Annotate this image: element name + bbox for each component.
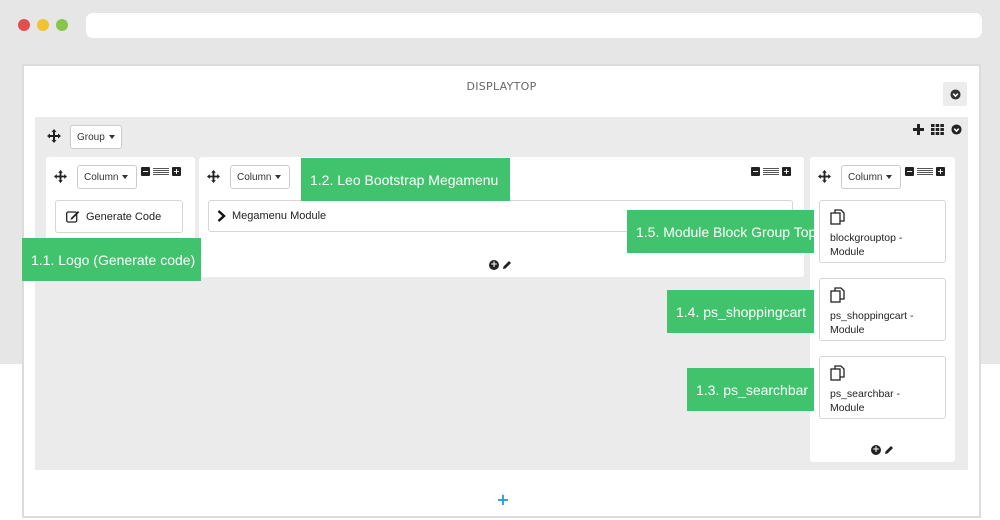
close-window-dot[interactable] <box>18 19 30 31</box>
column-toolbar: − + <box>905 167 945 176</box>
callout-shoppingcart: 1.4. ps_shoppingcart <box>667 290 814 333</box>
plus-icon[interactable]: + <box>936 167 945 176</box>
caret-down-icon <box>275 175 282 179</box>
module-card-blockgrouptop[interactable]: blockgrouptop - Module <box>819 200 946 263</box>
copy-icon <box>830 287 845 303</box>
minimize-window-dot[interactable] <box>37 19 49 31</box>
move-icon[interactable] <box>54 170 67 183</box>
address-bar[interactable] <box>86 13 982 38</box>
group-dropdown[interactable]: Group <box>70 125 122 149</box>
panel-title: DISPLAYTOP <box>466 80 537 93</box>
copy-icon <box>830 209 845 225</box>
column-toolbar: − + <box>751 167 791 176</box>
panel-collapse-button[interactable] <box>943 82 967 106</box>
column-dropdown-label: Column <box>848 171 883 183</box>
module-name: blockgrouptop <box>830 232 896 244</box>
module-name-separator: - <box>909 310 914 322</box>
move-icon[interactable] <box>818 170 831 183</box>
megamenu-module-label: Megamenu Module <box>232 210 327 222</box>
circle-arrow-down-icon[interactable] <box>951 124 962 135</box>
column-toolbar: − + <box>141 167 181 176</box>
displaytop-panel: DISPLAYTOP Group Column − + Generate Cod… <box>22 64 981 518</box>
module-name: ps_searchbar <box>830 388 894 400</box>
column-footer-tools: + <box>489 260 512 270</box>
copy-icon <box>830 365 845 381</box>
minus-icon[interactable]: − <box>141 167 150 176</box>
add-column-icon[interactable] <box>913 124 924 135</box>
module-type: Module <box>830 402 865 414</box>
edit-icon <box>66 211 80 223</box>
column-modules: Column − + blockgrouptop - Module ps_sho… <box>810 157 955 462</box>
column-dropdown[interactable]: Column <box>77 165 137 189</box>
move-icon[interactable] <box>207 170 220 183</box>
module-name-separator: - <box>896 388 901 400</box>
column-footer-tools: + <box>871 445 894 455</box>
circle-arrow-down-icon <box>949 88 961 100</box>
minus-icon[interactable]: − <box>751 167 760 176</box>
generate-code-label: Generate Code <box>86 210 162 223</box>
callout-megamenu: 1.2. Leo Bootstrap Megamenu <box>301 158 510 201</box>
caret-down-icon <box>122 175 129 179</box>
column-dropdown-label: Column <box>237 171 272 183</box>
callout-blockgroup: 1.5. Module Block Group Top <box>627 210 816 253</box>
module-name-separator: - <box>898 232 903 244</box>
width-lines-icon[interactable] <box>763 168 779 175</box>
add-module-icon[interactable]: + <box>871 445 881 455</box>
module-type: Module <box>830 324 865 336</box>
callout-logo: 1.1. Logo (Generate code) <box>22 238 201 281</box>
chevron-right-icon[interactable] <box>217 210 226 222</box>
width-lines-icon[interactable] <box>917 168 933 175</box>
browser-chrome <box>0 0 1000 52</box>
grid-layout-icon[interactable] <box>931 124 944 135</box>
pencil-icon[interactable] <box>502 260 512 270</box>
group-dropdown-label: Group <box>77 131 105 143</box>
module-card-ps-shoppingcart[interactable]: ps_shoppingcart - Module <box>819 278 946 341</box>
add-group-button[interactable]: + <box>495 492 511 508</box>
callout-searchbar: 1.3. ps_searchbar <box>687 368 814 411</box>
minus-icon[interactable]: − <box>905 167 914 176</box>
pencil-icon[interactable] <box>884 445 894 455</box>
plus-icon[interactable]: + <box>172 167 181 176</box>
caret-down-icon <box>886 175 893 179</box>
move-icon[interactable] <box>47 129 61 143</box>
width-lines-icon[interactable] <box>153 168 169 175</box>
column-dropdown[interactable]: Column <box>841 165 901 189</box>
module-card-ps-searchbar[interactable]: ps_searchbar - Module <box>819 356 946 419</box>
group-toolbar <box>913 124 962 135</box>
plus-icon[interactable]: + <box>782 167 791 176</box>
module-name: ps_shoppingcart <box>830 310 908 322</box>
caret-down-icon <box>108 135 115 139</box>
add-module-icon[interactable]: + <box>489 260 499 270</box>
module-type: Module <box>830 246 865 258</box>
column-dropdown-label: Column <box>84 171 119 183</box>
column-dropdown[interactable]: Column <box>230 165 290 189</box>
generate-code-card[interactable]: Generate Code <box>55 200 183 233</box>
maximize-window-dot[interactable] <box>56 19 68 31</box>
